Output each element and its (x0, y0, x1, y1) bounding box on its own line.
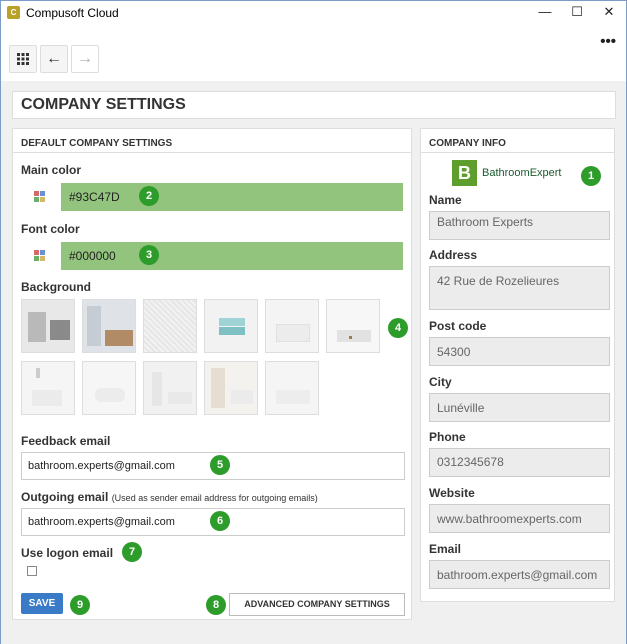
close-button[interactable]: ✕ (593, 1, 625, 25)
annotation-badge: 8 (206, 595, 226, 615)
content-area: COMPANY SETTINGS DEFAULT COMPANY SETTING… (1, 81, 626, 644)
website-field: www.bathroomexperts.com (429, 504, 610, 533)
forward-button[interactable]: → (71, 45, 99, 73)
city-field: Lunéville (429, 393, 610, 422)
email-label: Email (429, 542, 462, 556)
annotation-badge: 1 (581, 166, 601, 186)
background-thumbnail[interactable] (204, 299, 258, 353)
background-thumbnail[interactable] (326, 299, 380, 353)
background-thumbnail[interactable] (204, 361, 258, 415)
address-field: 42 Rue de Rozelieures (429, 266, 610, 310)
address-label: Address (429, 248, 478, 262)
use-logon-email-label: Use logon email (21, 546, 114, 560)
main-color-label: Main color (21, 163, 82, 177)
background-thumbnail[interactable] (143, 361, 197, 415)
annotation-badge: 7 (122, 542, 142, 562)
city-label: City (429, 375, 452, 389)
page-title: COMPANY SETTINGS (12, 91, 616, 119)
outgoing-email-note: (Used as sender email address for outgoi… (111, 493, 318, 503)
window-title: Compusoft Cloud (26, 6, 119, 20)
background-thumbnail[interactable] (143, 299, 197, 353)
maximize-button[interactable]: ☐ (561, 1, 593, 25)
company-info-panel: COMPANY INFO B BathroomExpert 1 Name Bat… (420, 128, 615, 602)
font-color-field[interactable]: #000000 (61, 242, 403, 270)
app-logo-icon: C (7, 6, 20, 19)
background-thumbnail[interactable] (265, 299, 319, 353)
more-options-icon[interactable]: ••• (600, 33, 616, 50)
company-logo: B BathroomExpert (452, 160, 572, 188)
default-settings-header: DEFAULT COMPANY SETTINGS (13, 129, 411, 153)
apps-grid-button[interactable] (9, 45, 37, 73)
website-label: Website (429, 486, 475, 500)
background-thumbnail[interactable] (82, 299, 136, 353)
outgoing-email-label-text: Outgoing email (21, 490, 109, 504)
name-field: Bathroom Experts (429, 211, 610, 240)
app-window: C Compusoft Cloud — ☐ ✕ ••• ← → COMPANY … (0, 0, 627, 644)
advanced-company-settings-button[interactable]: ADVANCED COMPANY SETTINGS (229, 593, 405, 616)
background-thumbnail[interactable] (82, 361, 136, 415)
annotation-badge: 2 (139, 186, 159, 206)
phone-field: 0312345678 (429, 448, 610, 477)
company-logo-mark: B (452, 160, 477, 186)
background-label: Background (21, 280, 92, 294)
main-color-field[interactable]: #93C47D (61, 183, 403, 211)
background-thumbnail[interactable] (21, 299, 75, 353)
font-color-label: Font color (21, 222, 80, 236)
email-field: bathroom.experts@gmail.com (429, 560, 610, 589)
title-bar: C Compusoft Cloud — ☐ ✕ (1, 1, 626, 25)
postcode-label: Post code (429, 319, 487, 333)
company-info-header: COMPANY INFO (421, 129, 614, 153)
company-logo-text: BathroomExpert (482, 167, 562, 179)
feedback-email-label: Feedback email (21, 434, 111, 448)
back-button[interactable]: ← (40, 45, 68, 73)
outgoing-email-label: Outgoing email (Used as sender email add… (21, 490, 318, 504)
background-thumbnail[interactable] (265, 361, 319, 415)
phone-label: Phone (429, 430, 466, 444)
annotation-badge: 5 (210, 455, 230, 475)
color-picker-icon[interactable] (34, 250, 46, 262)
annotation-badge: 4 (388, 318, 408, 338)
postcode-field: 54300 (429, 337, 610, 366)
annotation-badge: 9 (70, 595, 90, 615)
default-settings-panel: DEFAULT COMPANY SETTINGS Main color #93C… (12, 128, 412, 620)
grid-icon (17, 53, 29, 65)
name-label: Name (429, 193, 462, 207)
minimize-button[interactable]: — (529, 1, 561, 25)
use-logon-email-checkbox[interactable] (27, 566, 37, 576)
toolbar: ••• ← → (1, 25, 626, 81)
save-button[interactable]: SAVE (21, 593, 63, 614)
color-picker-icon[interactable] (34, 191, 46, 203)
annotation-badge: 6 (210, 511, 230, 531)
annotation-badge: 3 (139, 245, 159, 265)
background-thumbnail[interactable] (21, 361, 75, 415)
